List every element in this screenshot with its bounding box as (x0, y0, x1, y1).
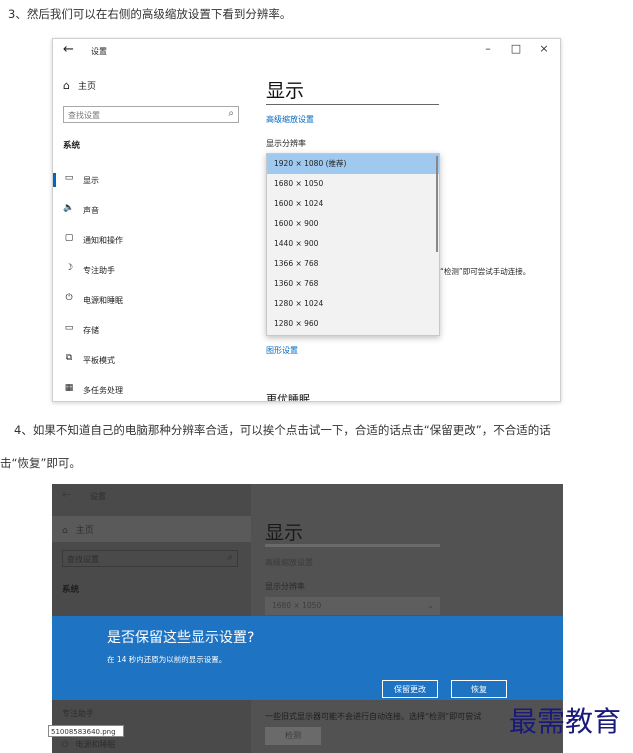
home-link[interactable]: ⌂ 主页 (62, 523, 94, 536)
sidebar-item-power[interactable]: ⏻ 电源和睡眠 (53, 291, 252, 309)
filename-tooltip: 51008583640.png (48, 725, 124, 737)
storage-icon: ▭ (64, 323, 74, 333)
moon-icon: ☽ (64, 263, 74, 273)
dialog-title: 是否保留这些显示设置? (107, 630, 255, 646)
search-icon: ⌕ (227, 552, 233, 563)
home-icon: ⌂ (62, 526, 68, 536)
keep-changes-button[interactable]: 保留更改 (382, 680, 438, 698)
home-link[interactable]: ⌂ 主页 (63, 79, 96, 92)
sidebar-item-label: 平板模式 (83, 356, 115, 365)
sidebar-item-label: 多任务处理 (83, 386, 123, 395)
graphics-settings-link[interactable]: 图形设置 (266, 345, 298, 356)
window-title: 设置 (90, 492, 106, 501)
resolution-option[interactable]: 1920 × 1080 (推荐) (267, 154, 439, 174)
step-3-text: 3、然后我们可以在右侧的高级缩放设置下看到分辨率。 (8, 7, 292, 21)
sidebar-item-tablet[interactable]: ⧉ 平板模式 (53, 351, 252, 369)
resolution-option[interactable]: 1680 × 1050 (267, 174, 439, 194)
resolution-select-value: 1680 × 1050 (272, 601, 322, 610)
search-icon: ⌕ (228, 108, 234, 119)
sidebar-item-focus-assist-partial[interactable]: 专注助手 (62, 708, 94, 719)
chevron-down-icon: ⌄ (427, 601, 434, 610)
search-placeholder: 查找设置 (68, 111, 100, 120)
sidebar-item-label: 专注助手 (83, 266, 115, 275)
keep-settings-dialog: 是否保留这些显示设置? 在 14 秒内还原为以前的显示设置。 保留更改 恢复 (52, 616, 563, 700)
divider (266, 102, 439, 105)
section-heading: 系统 (63, 141, 81, 151)
multitask-icon: ▦ (64, 383, 74, 393)
resolution-dropdown-list[interactable]: 1920 × 1080 (推荐) 1680 × 1050 1600 × 1024… (266, 153, 440, 336)
resolution-option[interactable]: 1366 × 768 (267, 254, 439, 274)
settings-window: ← 设置 – □ × ⌂ 主页 查找设置 ⌕ 系统 ▭ 显示 🔈 声音 ▢ 通知和… (52, 38, 561, 402)
section-heading: 系统 (62, 585, 80, 595)
sidebar-item-power-partial[interactable]: ⏻ 电源和睡眠 (62, 739, 115, 750)
home-label: 主页 (75, 526, 94, 536)
window-title: 设置 (91, 47, 107, 56)
sidebar (53, 39, 252, 401)
notification-icon: ▢ (64, 233, 74, 243)
page-title: 显示 (266, 80, 305, 102)
detect-hint-text: 一些旧式显示器可能不会进行自动连接。选择“检测”即可尝试 (265, 712, 482, 721)
page-title: 显示 (265, 522, 304, 544)
close-button[interactable]: × (534, 42, 554, 55)
home-icon: ⌂ (63, 79, 70, 92)
minimize-button[interactable]: – (478, 42, 498, 55)
advanced-scaling-link[interactable]: 高级缩放设置 (265, 557, 313, 568)
detect-button[interactable]: 检测 (265, 727, 321, 745)
resolution-select[interactable]: 1680 × 1050 ⌄ (265, 597, 440, 615)
watermark-logo: 最需教育 (509, 705, 622, 738)
back-icon[interactable]: ← (63, 42, 74, 57)
sidebar-item-label: 声音 (83, 206, 99, 215)
display-icon: ▭ (64, 173, 74, 183)
tablet-icon: ⧉ (65, 353, 73, 363)
sidebar-item-storage[interactable]: ▭ 存储 (53, 321, 252, 339)
resolution-option[interactable]: 1600 × 1024 (267, 194, 439, 214)
home-label: 主页 (77, 82, 96, 92)
advanced-scaling-link[interactable]: 高级缩放设置 (266, 114, 314, 125)
search-input[interactable]: 查找设置 ⌕ (62, 550, 238, 567)
speaker-icon: 🔈 (63, 203, 75, 213)
resolution-option[interactable]: 1440 × 900 (267, 234, 439, 254)
sidebar-item-label: 存储 (83, 326, 99, 335)
sidebar-item-focus-assist[interactable]: ☽ 专注助手 (53, 261, 252, 279)
resolution-option[interactable]: 1280 × 960 (267, 314, 439, 334)
section-heading-partial: 更优睡眠 (266, 393, 310, 402)
resolution-label: 显示分辨率 (266, 139, 306, 148)
sidebar-item-multitasking[interactable]: ▦ 多任务处理 (53, 381, 252, 399)
sidebar-item-notifications[interactable]: ▢ 通知和操作 (53, 231, 252, 249)
search-placeholder: 查找设置 (67, 555, 99, 564)
sidebar-item-label: 通知和操作 (83, 236, 123, 245)
sidebar-item-label: 电源和睡眠 (75, 740, 116, 749)
resolution-option[interactable]: 1360 × 768 (267, 274, 439, 294)
step-4-text-continued: 击“恢复”即可。 (0, 456, 81, 470)
sidebar-item-display[interactable]: ▭ 显示 (53, 171, 252, 189)
divider (265, 544, 440, 547)
back-icon[interactable]: ← (62, 488, 71, 501)
power-icon: ⏻ (62, 740, 69, 749)
resolution-option[interactable]: 1600 × 900 (267, 214, 439, 234)
sidebar-item-label: 显示 (83, 176, 99, 185)
search-input[interactable]: 查找设置 ⌕ (63, 106, 239, 123)
power-icon: ⏻ (65, 293, 73, 303)
sidebar-item-label: 电源和睡眠 (83, 296, 123, 305)
sidebar-item-sound[interactable]: 🔈 声音 (53, 201, 252, 219)
resolution-option[interactable]: 1280 × 1024 (267, 294, 439, 314)
maximize-button[interactable]: □ (506, 42, 526, 55)
detect-hint-text: “检测”即可尝试手动连接。 (440, 267, 531, 276)
step-4-text: 4、如果不知道自己的电脑那种分辨率合适，可以挨个点击试一下，合适的话点击“保留更… (14, 423, 551, 437)
detect-button-label: 检测 (285, 731, 301, 740)
resolution-label: 显示分辨率 (265, 582, 305, 591)
revert-button[interactable]: 恢复 (451, 680, 507, 698)
dialog-subtitle: 在 14 秒内还原为以前的显示设置。 (107, 655, 227, 664)
dropdown-scrollbar[interactable] (436, 156, 438, 252)
